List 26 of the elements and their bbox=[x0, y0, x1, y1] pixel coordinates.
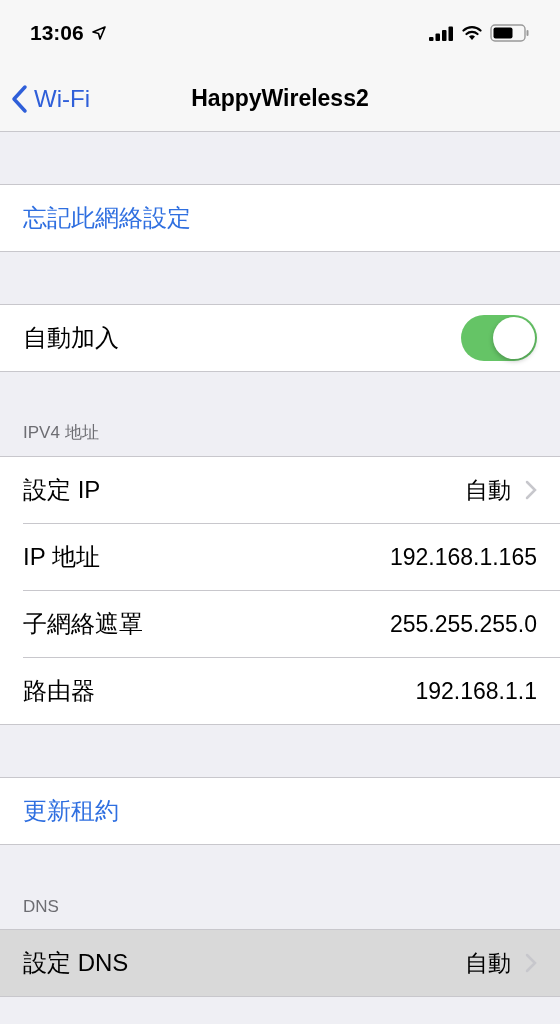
back-button[interactable]: Wi-Fi bbox=[10, 83, 90, 114]
toggle-switch[interactable] bbox=[461, 315, 537, 361]
settings-row[interactable]: 設定 DNS 自動 bbox=[0, 930, 560, 996]
row-label: 自動加入 bbox=[23, 323, 119, 353]
row-label: 設定 DNS bbox=[23, 948, 129, 978]
row-value: 192.168.1.165 bbox=[389, 543, 537, 571]
chevron-left-icon bbox=[10, 83, 28, 114]
section-header: DNS bbox=[23, 897, 59, 917]
row-value: 自動 bbox=[465, 948, 511, 978]
section-header: IPV4 地址 bbox=[23, 422, 99, 444]
row-label: 路由器 bbox=[23, 676, 95, 706]
row-label: 設定 IP bbox=[23, 475, 101, 505]
status-time: 13:06 bbox=[30, 21, 84, 45]
screen-title: HappyWireless2 bbox=[191, 85, 369, 112]
action-link[interactable]: 忘記此網絡設定 bbox=[23, 202, 191, 234]
signal-icon bbox=[429, 25, 454, 41]
row-value: 255.255.255.0 bbox=[389, 610, 537, 638]
battery-icon bbox=[490, 24, 530, 42]
location-arrow-icon bbox=[91, 26, 106, 40]
row-value: 自動 bbox=[465, 475, 511, 505]
action-link[interactable]: 更新租約 bbox=[23, 795, 119, 827]
row-value: 192.168.1.1 bbox=[415, 677, 537, 705]
chevron-icon bbox=[525, 480, 537, 500]
row-label: 子網絡遮罩 bbox=[23, 609, 143, 639]
wifi-icon bbox=[462, 25, 482, 41]
row-label: IP 地址 bbox=[23, 542, 100, 572]
